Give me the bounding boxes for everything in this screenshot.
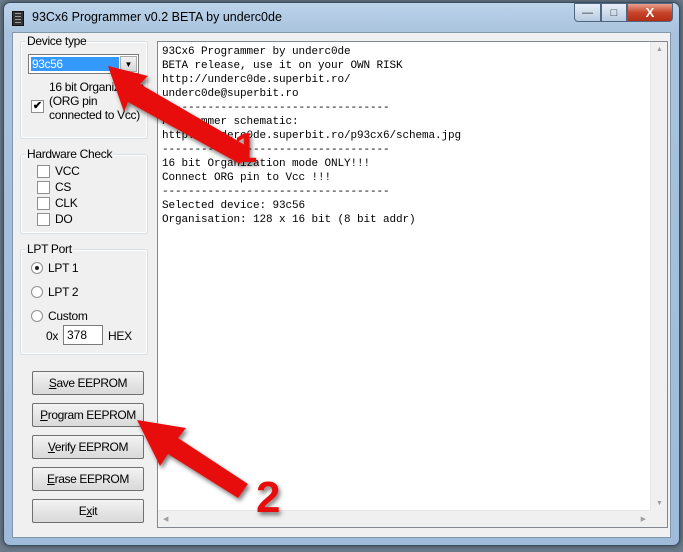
exit-button[interactable]: Exit <box>32 499 144 523</box>
log-text: 93Cx6 Programmer by underc0de BETA releas… <box>162 45 461 227</box>
size-grip <box>650 510 667 527</box>
hardware-check-group: Hardware Check VCC CS CLK DO <box>20 147 148 234</box>
clk-checkbox[interactable] <box>37 197 50 210</box>
maximize-button[interactable]: □ <box>601 3 627 22</box>
horizontal-scrollbar[interactable]: ◀ ▶ <box>158 510 651 527</box>
vertical-scrollbar[interactable]: ▲ ▼ <box>650 42 667 511</box>
custom-radio[interactable] <box>31 310 43 322</box>
lpt1-radio[interactable] <box>31 262 43 274</box>
org-checkbox[interactable]: ✔ <box>31 100 44 113</box>
port-address-input[interactable] <box>63 325 103 345</box>
erase-eeprom-button[interactable]: Erase EEPROM <box>32 467 144 491</box>
clk-label: CLK <box>55 196 78 210</box>
vcc-checkbox[interactable] <box>37 165 50 178</box>
log-line: 93Cx6 Programmer by underc0de <box>162 46 351 58</box>
app-icon <box>12 11 24 26</box>
device-type-label: Device type <box>26 34 88 48</box>
button-label: rogram EEPROM <box>47 408 137 422</box>
do-checkbox[interactable] <box>37 213 50 226</box>
log-line: ----------------------------------- <box>162 102 390 114</box>
lpt2-radio[interactable] <box>31 286 43 298</box>
log-line: 16 bit Organization mode ONLY!!! <box>162 158 371 170</box>
log-line: Connect ORG pin to Vcc !!! <box>162 172 332 184</box>
client-area: Device type 93c56 ▼ ✔ 16 bit Organizatio… <box>12 32 671 538</box>
device-type-group: Device type 93c56 ▼ ✔ 16 bit Organizatio… <box>20 34 148 139</box>
lpt-port-label: LPT Port <box>26 242 73 256</box>
device-type-selected: 93c56 <box>31 57 119 71</box>
log-textarea[interactable]: 93Cx6 Programmer by underc0de BETA releas… <box>157 41 668 528</box>
verify-eeprom-button[interactable]: Verify EEPROM <box>32 435 144 459</box>
title-bar[interactable]: 93Cx6 Programmer v0.2 BETA by underc0de … <box>4 3 679 33</box>
log-line: http://underc0de.superbit.ro/ <box>162 74 351 86</box>
log-line: BETA release, use it on your OWN RISK <box>162 60 403 72</box>
org-label-line: connected to Vcc) <box>49 108 140 122</box>
hex-prefix: 0x <box>46 329 59 343</box>
accel-key: P <box>40 408 48 422</box>
log-line: Organisation: 128 x 16 bit (8 bit addr) <box>162 214 416 226</box>
save-eeprom-button[interactable]: Save EEPROM <box>32 371 144 395</box>
scroll-right-icon[interactable]: ▶ <box>641 515 646 523</box>
accel-key: V <box>47 440 55 454</box>
log-line: ----------------------------------- <box>162 144 390 156</box>
vcc-label: VCC <box>55 164 80 178</box>
close-button[interactable]: X <box>627 3 673 22</box>
org-label-line: (ORG pin <box>49 94 98 108</box>
button-label: it <box>92 504 98 518</box>
do-label: DO <box>55 212 73 226</box>
log-line: ----------------------------------- <box>162 186 390 198</box>
lpt2-label: LPT 2 <box>48 285 79 299</box>
cs-checkbox[interactable] <box>37 181 50 194</box>
lpt-port-group: LPT Port LPT 1 LPT 2 Custom 0x HEX <box>20 242 148 355</box>
custom-label: Custom <box>48 309 88 323</box>
org-label-line: 16 bit Organization <box>49 80 145 94</box>
lpt1-label: LPT 1 <box>48 261 79 275</box>
accel-key: E <box>47 472 55 486</box>
scroll-left-icon[interactable]: ◀ <box>163 515 168 523</box>
button-label: rase EEPROM <box>54 472 130 486</box>
button-label: erify EEPROM <box>54 440 129 454</box>
log-line: http://underc0de.superbit.ro/p93cx6/sche… <box>162 130 462 142</box>
hardware-check-label: Hardware Check <box>26 147 114 161</box>
scroll-down-icon[interactable]: ▼ <box>656 500 663 507</box>
device-type-combo[interactable]: 93c56 ▼ <box>28 54 139 74</box>
hex-suffix: HEX <box>108 329 132 343</box>
app-window: 93Cx6 Programmer v0.2 BETA by underc0de … <box>3 2 680 546</box>
log-line: Programmer schematic: <box>162 116 299 128</box>
cs-label: CS <box>55 180 72 194</box>
button-label: ave EEPROM <box>56 376 128 390</box>
log-line: Selected device: 93c56 <box>162 200 306 212</box>
log-line: underc0de@superbit.ro <box>162 88 299 100</box>
program-eeprom-button[interactable]: Program EEPROM <box>32 403 144 427</box>
scroll-up-icon[interactable]: ▲ <box>656 46 663 53</box>
chevron-down-icon[interactable]: ▼ <box>120 56 137 72</box>
minimize-button[interactable]: — <box>574 3 601 22</box>
window-title: 93Cx6 Programmer v0.2 BETA by underc0de <box>32 10 282 24</box>
